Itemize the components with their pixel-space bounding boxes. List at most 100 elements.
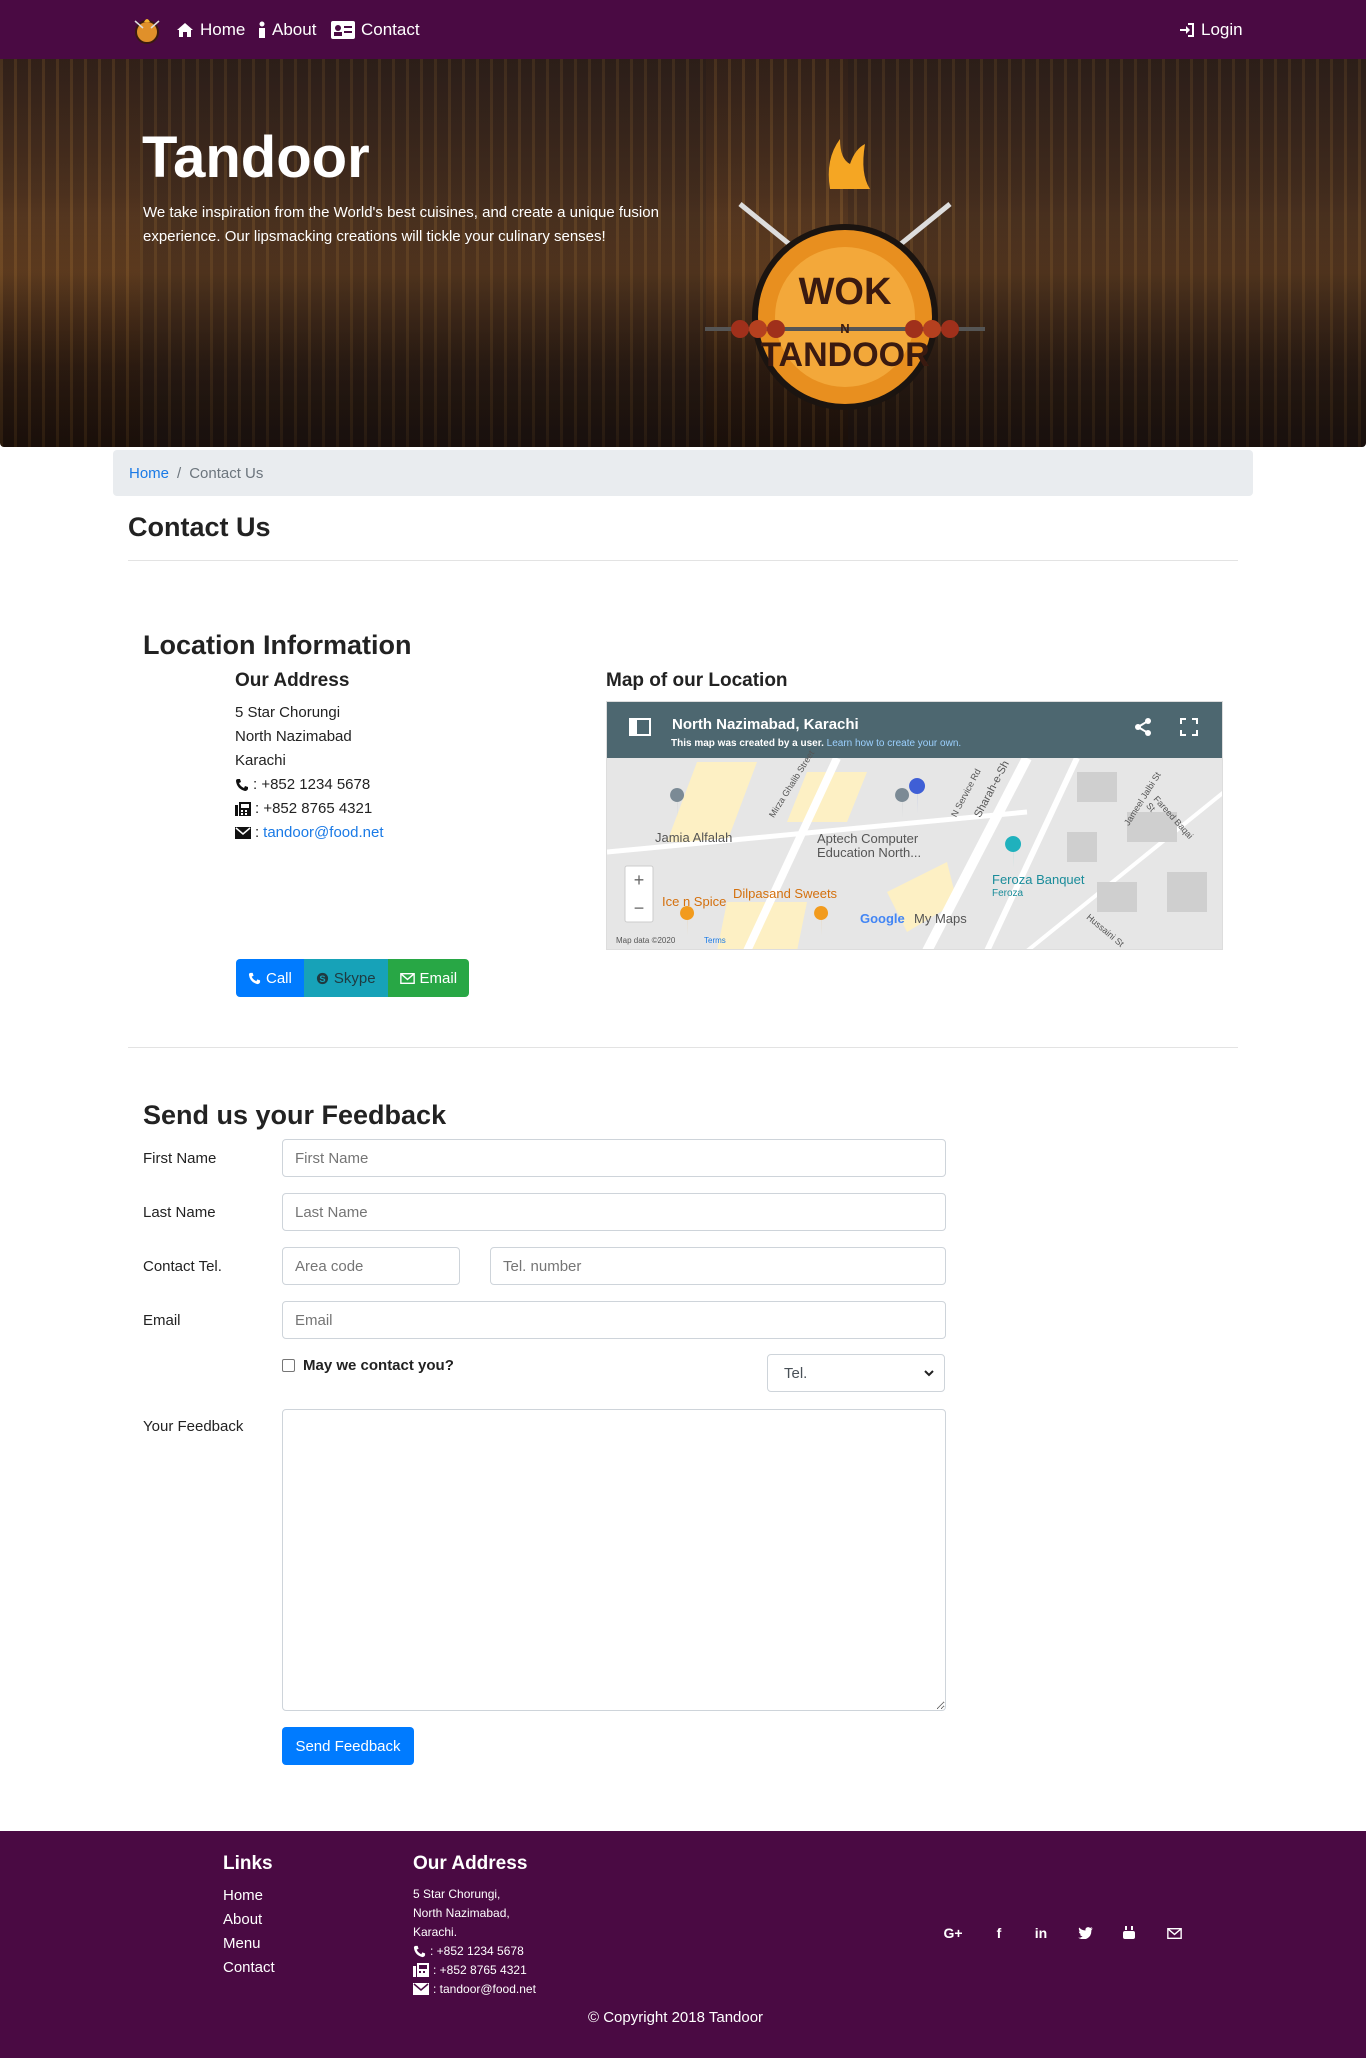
- feedback-title: Send us your Feedback: [143, 1100, 447, 1130]
- feedback-textarea[interactable]: [282, 1409, 946, 1711]
- google-plus-icon[interactable]: G+: [942, 1922, 964, 1944]
- fullscreen-icon[interactable]: [1180, 718, 1198, 736]
- map-header-note: This map was created by a user. Learn ho…: [671, 738, 961, 749]
- hero-jumbotron: Tandoor We take inspiration from the Wor…: [0, 59, 1366, 447]
- contact-button-group: Call S Skype Email: [236, 959, 470, 997]
- last-name-label: Last Name: [143, 1204, 216, 1221]
- email-line: : tandoor@food.net: [235, 824, 384, 841]
- contact-method-value: Tel.: [784, 1364, 808, 1382]
- facebook-icon[interactable]: f: [988, 1922, 1010, 1944]
- email-input[interactable]: [282, 1301, 946, 1339]
- phone-number: : +852 1234 5678: [253, 776, 371, 793]
- divider: [128, 560, 1238, 561]
- sidebar-toggle-icon[interactable]: [629, 718, 651, 736]
- email-link[interactable]: tandoor@food.net: [263, 824, 383, 841]
- mail-icon[interactable]: [1163, 1922, 1185, 1944]
- footer-link-home[interactable]: Home: [223, 1887, 263, 1904]
- footer-address-line: Karachi.: [413, 1925, 458, 1939]
- phone-icon: [248, 972, 261, 984]
- nav-home-label: Home: [200, 20, 246, 39]
- email-button[interactable]: Email: [387, 959, 470, 997]
- footer-fax-line: : +852 8765 4321: [413, 1963, 527, 1977]
- contact-method-select[interactable]: Tel.: [767, 1354, 945, 1392]
- map-header-title: North Nazimabad, Karachi: [672, 716, 859, 733]
- google-logo: Google: [860, 911, 905, 926]
- skype-button-label: Skype: [333, 969, 376, 987]
- hero-description: We take inspiration from the World's bes…: [143, 204, 659, 245]
- map-terms-link[interactable]: Terms: [704, 936, 726, 945]
- envelope-icon: [235, 826, 251, 839]
- nav-about-label: About: [272, 20, 317, 39]
- info-icon: [259, 21, 265, 38]
- map-header: North Nazimabad, Karachi This map was cr…: [607, 702, 1222, 758]
- page-title: Contact Us: [128, 512, 271, 542]
- envelope-outline-shape: [1166, 1927, 1182, 1939]
- twitter-icon[interactable]: [1074, 1922, 1096, 1944]
- breadcrumb-separator: /: [177, 464, 182, 482]
- last-name-input[interactable]: [282, 1193, 946, 1231]
- share-icon[interactable]: [1134, 718, 1152, 736]
- phone-icon: [236, 778, 248, 791]
- svg-text:S: S: [319, 974, 325, 984]
- fax-icon: [413, 1963, 429, 1977]
- checkbox-box[interactable]: [282, 1359, 295, 1372]
- twitter-bird-shape: [1077, 1927, 1093, 1939]
- youtube-icon[interactable]: [1118, 1922, 1140, 1944]
- first-name-label: First Name: [143, 1150, 217, 1167]
- map-data-credit: Map data ©2020: [616, 936, 676, 945]
- footer: Links Home About Menu Contact Our Addres…: [0, 1831, 1366, 2058]
- footer-email-line: : tandoor@food.net: [413, 1982, 536, 1996]
- footer-address-title: Our Address: [413, 1853, 528, 1874]
- map-label-feroza: Feroza Banquet: [992, 872, 1085, 887]
- contact-permission-label: May we contact you?: [303, 1357, 454, 1374]
- nav-contact[interactable]: Contact: [331, 18, 420, 42]
- fax-number: : +852 8765 4321: [255, 800, 373, 817]
- location-title: Location Information: [143, 630, 412, 660]
- footer-link-about[interactable]: About: [223, 1911, 262, 1928]
- feedback-label: Your Feedback: [143, 1418, 244, 1435]
- footer-address-line: 5 Star Chorungi,: [413, 1887, 501, 1901]
- footer-address-line: North Nazimabad,: [413, 1906, 510, 1920]
- wok-n-tandoor-logo: WOK N TANDOOR: [705, 139, 985, 410]
- map-label-dilpasand: Dilpasand Sweets: [733, 886, 838, 901]
- footer-email[interactable]: : tandoor@food.net: [433, 1982, 536, 1996]
- map-label-jamia: Jamia Alfalah: [655, 830, 733, 845]
- logo-text-top: WOK: [799, 271, 892, 313]
- footer-link-contact[interactable]: Contact: [223, 1959, 275, 1976]
- hero-background-panel: [140, 59, 706, 447]
- footer-link-menu[interactable]: Menu: [223, 1935, 261, 1952]
- map-note-text: This map was created by a user.: [671, 738, 824, 749]
- breadcrumb: Home / Contact Us: [113, 450, 1253, 496]
- email-button-label: Email: [419, 969, 458, 987]
- breadcrumb-home-link[interactable]: Home: [129, 465, 169, 482]
- send-feedback-button[interactable]: Send Feedback: [282, 1727, 414, 1765]
- call-button-label: Call: [266, 969, 292, 987]
- nav-login[interactable]: Login: [1179, 18, 1243, 42]
- envelope-icon: [413, 1983, 429, 1995]
- map-title: Map of our Location: [606, 670, 788, 691]
- call-button[interactable]: Call: [236, 959, 304, 997]
- linkedin-icon[interactable]: in: [1030, 1922, 1052, 1944]
- first-name-input[interactable]: [282, 1139, 946, 1177]
- footer-phone-line: : +852 1234 5678: [413, 1944, 524, 1958]
- nav-about[interactable]: About: [258, 18, 316, 42]
- footer-fax: : +852 8765 4321: [433, 1963, 527, 1977]
- skype-button[interactable]: S Skype: [303, 959, 388, 997]
- youtube-shape: [1123, 1926, 1135, 1939]
- contact-tel-label: Contact Tel.: [143, 1258, 222, 1275]
- fax-line: : +852 8765 4321: [235, 800, 372, 817]
- location-map[interactable]: + − North Nazimabad, Karachi This map wa…: [606, 701, 1223, 950]
- area-code-input[interactable]: [282, 1247, 460, 1285]
- skype-icon: S: [316, 972, 328, 984]
- sign-in-icon: [1180, 23, 1194, 37]
- email-prefix: :: [255, 824, 260, 841]
- tel-number-input[interactable]: [490, 1247, 946, 1285]
- chevron-down-icon: [924, 1369, 934, 1376]
- footer-links-title: Links: [223, 1853, 273, 1874]
- brand-logo-icon[interactable]: [132, 16, 162, 44]
- fax-icon: [235, 801, 251, 816]
- map-learn-link[interactable]: Learn how to create your own.: [827, 738, 962, 749]
- nav-home[interactable]: Home: [176, 18, 245, 42]
- address-title: Our Address: [235, 670, 350, 691]
- contact-permission-checkbox[interactable]: May we contact you?: [282, 1357, 454, 1374]
